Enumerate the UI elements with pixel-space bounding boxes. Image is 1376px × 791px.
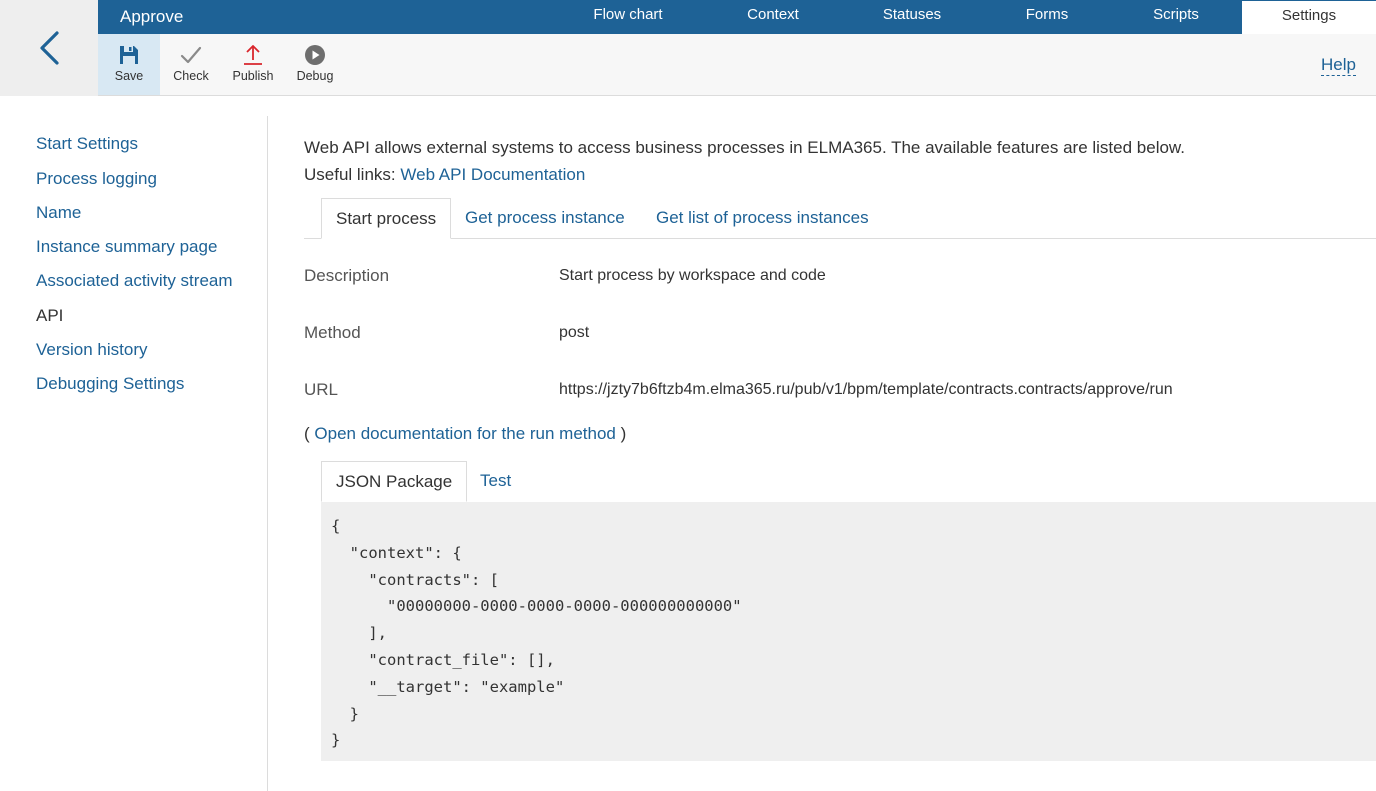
api-method-tabs: Start process Get process instance Get l…: [304, 198, 1376, 239]
method-value: post: [559, 324, 590, 341]
tab-statuses[interactable]: Statuses: [862, 0, 962, 34]
sidebar-item-start-settings[interactable]: Start Settings: [36, 134, 138, 154]
play-icon: [304, 41, 326, 69]
url-value: https://jzty7b6ftzb4m.elma365.ru/pub/v1/…: [559, 381, 1173, 398]
process-title: Approve: [120, 7, 184, 26]
json-code: { "context": { "contracts": [ "00000000-…: [331, 517, 742, 750]
sidebar-item-instance-summary-page[interactable]: Instance summary page: [36, 237, 217, 257]
chevron-left-icon: [40, 31, 59, 65]
help-link[interactable]: Help: [1321, 55, 1356, 76]
tab-flow-chart[interactable]: Flow chart: [578, 0, 678, 34]
publish-label: Publish: [232, 69, 274, 83]
intro-text: Web API allows external systems to acces…: [304, 134, 1185, 188]
useful-links: Useful links: Web API Documentation: [304, 161, 1185, 188]
tab-get-list-of-process-instances[interactable]: Get list of process instances: [642, 198, 883, 239]
save-button[interactable]: Save: [98, 34, 160, 95]
sidebar-item-name[interactable]: Name: [36, 203, 81, 223]
close-paren: ): [620, 424, 627, 443]
check-button[interactable]: Check: [160, 34, 222, 95]
sidebar-item-associated-activity-stream[interactable]: Associated activity stream: [36, 271, 233, 291]
intro-description: Web API allows external systems to acces…: [304, 138, 1185, 157]
code-tabs: JSON Package Test: [304, 461, 1376, 502]
web-api-documentation-link[interactable]: Web API Documentation: [400, 165, 585, 184]
tab-test[interactable]: Test: [466, 461, 525, 502]
json-code-block[interactable]: { "context": { "contracts": [ "00000000-…: [321, 502, 1376, 761]
save-icon: [118, 41, 140, 69]
sidebar-item-api[interactable]: API: [36, 306, 63, 326]
method-label: Method: [304, 323, 361, 342]
useful-links-label: Useful links:: [304, 165, 396, 184]
save-label: Save: [114, 69, 144, 83]
open-paren: (: [304, 424, 310, 443]
tab-scripts[interactable]: Scripts: [1126, 0, 1226, 34]
sidebar-item-debugging-settings[interactable]: Debugging Settings: [36, 374, 184, 394]
run-method-doc: ( Open documentation for the run method …: [304, 424, 626, 444]
tab-settings[interactable]: Settings: [1242, 0, 1376, 34]
top-nav-bar: Approve Flow chart Context Statuses Form…: [98, 0, 1376, 34]
check-label: Check: [173, 69, 209, 83]
url-label: URL: [304, 380, 339, 399]
description-label: Description: [304, 266, 390, 285]
sidebar-item-process-logging[interactable]: Process logging: [36, 169, 157, 189]
tab-start-process[interactable]: Start process: [321, 198, 452, 239]
settings-sidebar: Start Settings Process logging Name Inst…: [0, 116, 268, 791]
debug-button[interactable]: Debug: [284, 34, 346, 95]
tab-json-package[interactable]: JSON Package: [321, 461, 468, 502]
run-method-documentation-link[interactable]: Open documentation for the run method: [314, 424, 615, 443]
publish-icon: [241, 41, 265, 69]
toolbar: Save Check Publish Debug Help: [98, 34, 1376, 96]
back-button[interactable]: [0, 0, 98, 96]
description-value: Start process by workspace and code: [559, 267, 826, 284]
debug-label: Debug: [296, 69, 334, 83]
tab-forms[interactable]: Forms: [997, 0, 1097, 34]
tab-context[interactable]: Context: [723, 0, 823, 34]
publish-button[interactable]: Publish: [222, 34, 284, 95]
checkmark-icon: [179, 41, 203, 69]
sidebar-item-version-history[interactable]: Version history: [36, 340, 148, 360]
tab-get-process-instance[interactable]: Get process instance: [451, 198, 639, 239]
